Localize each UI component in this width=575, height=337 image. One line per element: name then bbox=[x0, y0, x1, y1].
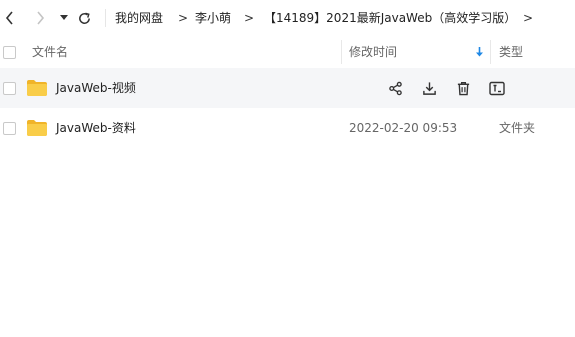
arrow-down-icon[interactable] bbox=[475, 47, 484, 58]
download-icon bbox=[422, 81, 436, 95]
refresh-icon bbox=[78, 12, 90, 24]
table-row[interactable]: JavaWeb-资料 2022-02-20 09:53 文件夹 bbox=[0, 108, 575, 148]
forward-button[interactable] bbox=[32, 9, 48, 27]
column-header-modified[interactable]: 修改时间 bbox=[349, 44, 397, 60]
share-button[interactable] bbox=[386, 79, 404, 97]
file-type: 文件夹 bbox=[499, 121, 536, 135]
caret-down-icon bbox=[60, 15, 68, 20]
delete-button[interactable] bbox=[454, 79, 472, 97]
breadcrumb-separator: > bbox=[244, 11, 255, 25]
breadcrumb-separator: > bbox=[178, 11, 189, 25]
delete-icon bbox=[457, 81, 469, 95]
folder-icon bbox=[27, 120, 47, 136]
folder-icon bbox=[27, 80, 47, 96]
toolbar-divider bbox=[105, 9, 106, 27]
column-divider[interactable] bbox=[490, 40, 491, 64]
file-table-header: 文件名 修改时间 类型 bbox=[0, 36, 575, 69]
toolbar: 我的网盘 > 李小萌 > 【14189】2021最新JavaWeb（高效学习版）… bbox=[0, 0, 575, 36]
chevron-right-icon bbox=[37, 11, 45, 25]
file-name[interactable]: JavaWeb-资料 bbox=[56, 120, 136, 136]
breadcrumb-item-root[interactable]: 我的网盘 bbox=[115, 9, 163, 27]
breadcrumb-separator: > bbox=[523, 11, 534, 25]
column-divider[interactable] bbox=[341, 40, 342, 64]
column-header-type[interactable]: 类型 bbox=[499, 44, 523, 60]
rename-icon bbox=[489, 81, 505, 95]
download-button[interactable] bbox=[420, 79, 438, 97]
breadcrumb-item-user[interactable]: 李小萌 bbox=[195, 9, 231, 27]
share-icon bbox=[388, 81, 402, 95]
file-name[interactable]: JavaWeb-视频 bbox=[56, 80, 136, 96]
file-modified-date: 2022-02-20 09:53 bbox=[349, 121, 458, 135]
table-row[interactable]: JavaWeb-视频 bbox=[0, 68, 575, 108]
breadcrumb-item-current[interactable]: 【14189】2021最新JavaWeb（高效学习版） bbox=[264, 9, 516, 27]
back-button[interactable] bbox=[2, 9, 18, 27]
refresh-button[interactable] bbox=[75, 9, 93, 27]
row-checkbox[interactable] bbox=[3, 122, 16, 135]
rename-button[interactable] bbox=[488, 79, 506, 97]
select-all-checkbox[interactable] bbox=[3, 46, 16, 59]
row-checkbox[interactable] bbox=[3, 82, 16, 95]
history-dropdown-button[interactable] bbox=[58, 11, 70, 25]
chevron-left-icon bbox=[5, 11, 13, 25]
column-header-name[interactable]: 文件名 bbox=[32, 44, 68, 60]
